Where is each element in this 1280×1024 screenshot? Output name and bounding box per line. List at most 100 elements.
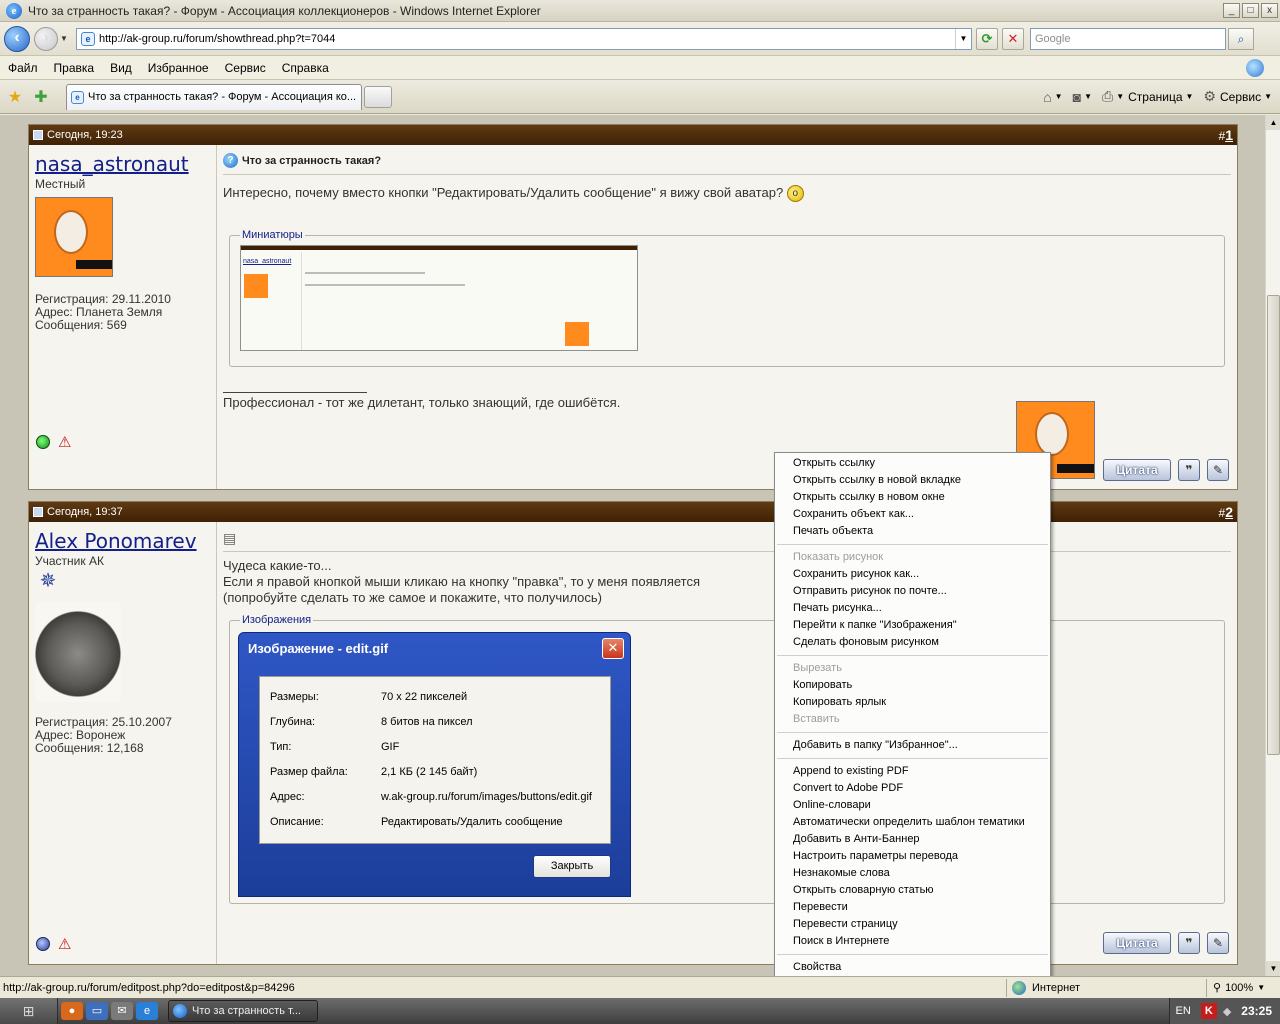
start-button[interactable]: ⊞ — [0, 998, 58, 1024]
window-title: Что за странность такая? - Форум - Ассоц… — [28, 3, 541, 18]
report-icon[interactable]: ⚠ — [58, 433, 71, 451]
context-menu-item[interactable]: Автоматически определить шаблон тематики — [775, 814, 1050, 831]
context-menu-item[interactable]: Копировать ярлык — [775, 694, 1050, 711]
context-menu-item[interactable]: Отправить рисунок по почте... — [775, 583, 1050, 600]
menu-tools[interactable]: Сервис — [217, 61, 274, 75]
context-menu-item[interactable]: Добавить в папку "Избранное"... — [775, 737, 1050, 754]
page-dropdown-icon[interactable]: ▼ — [1186, 92, 1194, 101]
context-menu-item[interactable]: Свойства — [775, 959, 1050, 976]
scroll-down-icon[interactable]: ▼ — [1266, 961, 1280, 976]
print-dropdown-icon[interactable]: ▼ — [1116, 92, 1124, 101]
dialog-title: Изображение - edit.gif — [248, 640, 389, 656]
language-indicator[interactable]: EN — [1176, 1005, 1191, 1017]
maximize-button[interactable]: □ — [1242, 3, 1259, 18]
context-menu-item[interactable]: Поиск в Интернете — [775, 933, 1050, 950]
user-title: Участник АК — [35, 554, 104, 568]
ie-quicklaunch-icon[interactable]: e — [136, 1002, 158, 1020]
report-icon[interactable]: ⚠ — [58, 935, 71, 953]
context-menu-item[interactable]: Открыть ссылку в новом окне — [775, 489, 1050, 506]
post-number[interactable]: #2 — [1219, 504, 1233, 520]
minimize-button[interactable]: _ — [1223, 3, 1240, 18]
forward-button[interactable]: › — [34, 26, 58, 51]
context-menu-item[interactable]: Перевести страницу — [775, 916, 1050, 933]
scroll-up-icon[interactable]: ▲ — [1266, 115, 1280, 130]
username-link[interactable]: Alex Ponomarev — [35, 529, 210, 553]
context-menu-item[interactable]: Convert to Adobe PDF — [775, 780, 1050, 797]
firefox-icon[interactable]: ● — [61, 1002, 83, 1020]
home-icon[interactable]: ⌂ — [1043, 89, 1051, 105]
address-dropdown-icon[interactable]: ▼ — [955, 28, 971, 49]
context-menu-item[interactable]: Печать объекта — [775, 523, 1050, 540]
mail-icon[interactable]: ✉ — [111, 1002, 133, 1020]
menu-favorites[interactable]: Избранное — [140, 61, 217, 75]
context-menu-item[interactable]: Копировать — [775, 677, 1050, 694]
feeds-icon[interactable]: ◙ — [1073, 89, 1081, 105]
context-menu-item[interactable]: Незнакомые слова — [775, 865, 1050, 882]
tab-current[interactable]: e Что за странность такая? - Форум - Асс… — [66, 83, 362, 110]
search-input[interactable]: Google — [1030, 27, 1226, 50]
context-menu-item[interactable]: Append to existing PDF — [775, 763, 1050, 780]
tray-extra-icon[interactable]: ◆ — [1223, 1005, 1231, 1018]
zoom-control[interactable]: ⚲ 100% ▼ — [1206, 978, 1280, 997]
toolbar-logo-icon[interactable] — [1246, 58, 1264, 77]
tools-dropdown-icon[interactable]: ▼ — [1264, 92, 1272, 101]
security-zone[interactable]: Интернет — [1006, 978, 1206, 997]
avatar[interactable] — [35, 602, 121, 702]
context-menu-item[interactable]: Открыть ссылку — [775, 455, 1050, 472]
history-dropdown-icon[interactable]: ▼ — [58, 34, 70, 43]
context-menu-item[interactable]: Online-словари — [775, 797, 1050, 814]
add-favorites-icon[interactable]: ✚ — [30, 87, 52, 107]
address-url[interactable]: http://ak-group.ru/forum/showthread.php?… — [99, 33, 955, 45]
vertical-scrollbar[interactable]: ▲ ▼ — [1265, 115, 1280, 976]
menu-edit[interactable]: Правка — [46, 61, 103, 75]
post-date: Сегодня, 19:23 — [47, 129, 123, 141]
scroll-thumb[interactable] — [1267, 295, 1280, 755]
taskbar-window-item[interactable]: Что за странность т... — [168, 1000, 318, 1022]
quick-reply-icon[interactable]: ✎ — [1207, 459, 1229, 481]
signature-text: Профессионал - тот же дилетант, только з… — [223, 395, 621, 410]
status-url: http://ak-group.ru/forum/editpost.php?do… — [3, 981, 295, 994]
post-number[interactable]: #1 — [1219, 127, 1233, 143]
quote-button[interactable]: Цитата — [1103, 932, 1171, 954]
menu-view[interactable]: Вид — [102, 61, 140, 75]
context-menu-item[interactable]: Перевести — [775, 899, 1050, 916]
context-menu-item[interactable]: Перейти к папке "Изображения" — [775, 617, 1050, 634]
feeds-dropdown-icon[interactable]: ▼ — [1084, 92, 1092, 101]
home-dropdown-icon[interactable]: ▼ — [1055, 92, 1063, 101]
favorites-star-icon[interactable]: ★ — [4, 87, 26, 107]
page-menu[interactable]: Страница — [1128, 90, 1182, 104]
context-menu-item[interactable]: Добавить в Анти-Баннер — [775, 831, 1050, 848]
context-menu-item[interactable]: Сохранить объект как... — [775, 506, 1050, 523]
username-link[interactable]: nasa_astronaut — [35, 152, 210, 176]
address-field[interactable]: e http://ak-group.ru/forum/showthread.ph… — [76, 27, 972, 50]
stop-icon[interactable]: ✕ — [1002, 27, 1024, 50]
multiquote-icon[interactable]: ❞ — [1178, 459, 1200, 481]
context-menu-item[interactable]: Настроить параметры перевода — [775, 848, 1050, 865]
gear-icon[interactable]: ⚙ — [1203, 88, 1216, 105]
avatar[interactable] — [35, 197, 113, 277]
dialog-close-icon[interactable]: ✕ — [602, 638, 624, 659]
dialog-close-button[interactable]: Закрыть — [533, 855, 611, 878]
menu-help[interactable]: Справка — [274, 61, 337, 75]
context-menu-item[interactable]: Сохранить рисунок как... — [775, 566, 1050, 583]
thumbnail-image[interactable]: nasa_astronaut — [240, 245, 638, 351]
context-menu-item[interactable]: Сделать фоновым рисунком — [775, 634, 1050, 651]
close-window-button[interactable]: x — [1261, 3, 1278, 18]
print-icon[interactable]: ⎙ — [1102, 88, 1113, 105]
quick-reply-icon[interactable]: ✎ — [1207, 932, 1229, 954]
context-menu-item[interactable]: Открыть словарную статью — [775, 882, 1050, 899]
context-menu-item[interactable]: Печать рисунка... — [775, 600, 1050, 617]
search-icon[interactable]: ⌕ — [1228, 27, 1254, 50]
antivirus-icon[interactable]: K — [1200, 1003, 1217, 1019]
multiquote-icon[interactable]: ❞ — [1178, 932, 1200, 954]
back-button[interactable]: ‹ — [4, 25, 30, 52]
menu-file[interactable]: Файл — [0, 61, 46, 75]
prop-value[interactable]: w.ak-group.ru/forum/images/buttons/edit.… — [381, 791, 609, 803]
new-tab-button[interactable] — [364, 85, 392, 108]
quote-button[interactable]: Цитата — [1103, 459, 1171, 481]
tools-menu[interactable]: Сервис — [1220, 90, 1261, 104]
refresh-icon[interactable]: ⟳ — [976, 27, 998, 50]
ie-logo-icon: e — [6, 2, 22, 19]
context-menu-item[interactable]: Открыть ссылку в новой вкладке — [775, 472, 1050, 489]
desktop-icon[interactable]: ▭ — [86, 1002, 108, 1020]
